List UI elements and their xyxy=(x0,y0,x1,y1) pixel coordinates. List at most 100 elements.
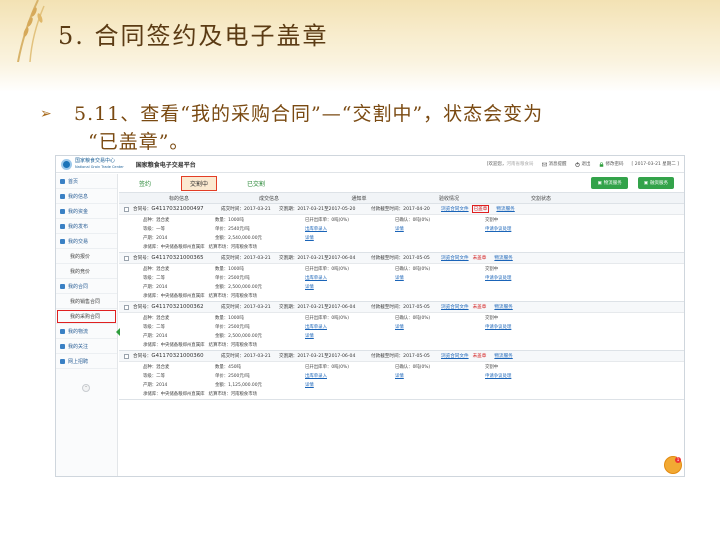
bullet-arrow-icon: ➢ xyxy=(40,106,53,122)
notice-detail-link[interactable]: 详情 xyxy=(305,381,391,390)
sidebar-item-follows[interactable]: 我的关注 xyxy=(56,339,117,354)
delivery-period: 交割期：2017-03-21至2017-06-04 xyxy=(279,256,356,261)
sidebar-item-info[interactable]: 我的信息 xyxy=(56,189,117,204)
chat-button[interactable]: 1 xyxy=(664,456,682,474)
row-checkbox[interactable] xyxy=(124,353,129,359)
quantity: 数量：1000吨 xyxy=(215,267,244,272)
sidebar-item-sales-contracts[interactable]: 我的销售合同 xyxy=(56,294,117,309)
notice-detail-link[interactable]: 详情 xyxy=(305,234,391,243)
seal-status: 未盖章 xyxy=(472,256,487,261)
view-contract-link[interactable]: 浏览合同文件 xyxy=(441,353,469,359)
chat-badge: 1 xyxy=(675,457,681,463)
unit-price: 单价：2500元/吨 xyxy=(215,374,250,379)
sidebar-item-logistics[interactable]: 我的物流 xyxy=(56,324,117,339)
row-checkbox[interactable] xyxy=(124,206,129,212)
sidebar-item-my-quotes[interactable]: 我的报价 xyxy=(56,249,117,264)
warehouse-line: 承储库：中央储备粮郑州直属库 结算市场：河南粮食市场 xyxy=(119,390,684,399)
acceptance-detail-link[interactable]: 详情 xyxy=(395,323,481,332)
sidebar-item-funds[interactable]: 我的资金 xyxy=(56,204,117,219)
welcome-label: [欢迎您， xyxy=(486,162,507,167)
tab-delivered[interactable]: 已交割 xyxy=(239,177,273,190)
deal-time: 成交时间：2017-03-21 xyxy=(221,305,271,310)
lock-icon xyxy=(599,161,603,167)
confirmed-status: 已确认：0吨(0%) xyxy=(395,365,431,370)
contract-number: 合同号：G41170321000360 xyxy=(133,353,221,359)
logo-text: 国家粮食交易中心 National Grain Trade Center xyxy=(75,158,124,170)
sidebar-item-home[interactable]: 首页 xyxy=(56,174,117,189)
outbound-entry-link[interactable]: 出库单录入 xyxy=(305,323,391,332)
tab-delivering[interactable]: 交割中 xyxy=(181,175,218,191)
sidebar-item-purchase-contracts[interactable]: 我的采购合同 xyxy=(56,309,117,324)
logistics-link[interactable]: 物流服务 xyxy=(494,353,512,359)
delivery-status: 交割中 申请争议处理 xyxy=(481,313,577,341)
acceptance-detail-link[interactable]: 详情 xyxy=(395,225,481,234)
dispute-link[interactable]: 申请争议处理 xyxy=(485,323,577,332)
warehouse-line: 承储库：中央储备粮郑州直属库 结算市场：河南粮食市场 xyxy=(119,243,684,252)
acceptance-info: 已确认：0吨(0%) 详情 xyxy=(391,215,481,243)
logo-icon xyxy=(61,158,72,170)
unit-price: 单价：2500元/吨 xyxy=(215,325,250,330)
outbound-status: 已开出库单：0吨(0%) xyxy=(305,218,349,223)
warehouse: 承储库：中央储备粮郑州直属库 xyxy=(143,392,205,397)
production-year: 产期：2014 xyxy=(143,334,168,339)
sidebar-item-recruit[interactable]: 网上招聘 xyxy=(56,354,117,369)
dispute-link[interactable]: 申请争议处理 xyxy=(485,225,577,234)
outbound-entry-link[interactable]: 出库单录入 xyxy=(305,225,391,234)
contract-number: 合同号：G41170321000497 xyxy=(133,206,221,212)
notice-info: 已开出库单：0吨(0%) 出库单录入 详情 xyxy=(301,362,391,390)
acceptance-detail-link[interactable]: 详情 xyxy=(395,274,481,283)
truck-icon: ▣ xyxy=(597,180,602,186)
sidebar-item-trade[interactable]: 我的交易 xyxy=(56,234,117,249)
notice-detail-link[interactable]: 详情 xyxy=(305,332,391,341)
messages-link[interactable]: 消息提醒 xyxy=(541,161,567,167)
grade: 等级：二等 xyxy=(143,276,165,281)
exit-link[interactable]: 退出 xyxy=(574,161,591,167)
outbound-entry-link[interactable]: 出库单录入 xyxy=(305,372,391,381)
sidebar-item-label: 我的销售合同 xyxy=(70,298,101,305)
dispute-link[interactable]: 申请争议处理 xyxy=(485,372,577,381)
logistics-link[interactable]: 物流服务 xyxy=(494,304,512,310)
sidebar-item-contracts[interactable]: 我的合同 xyxy=(56,279,117,294)
warehouse: 承储库：中央储备粮郑州直属库 xyxy=(143,245,205,250)
delivery-state: 交割中 xyxy=(485,316,499,321)
order-body: 品种：混合麦 等级：二等 产期：2014 数量：1000吨 单价：2500元/吨… xyxy=(119,313,684,341)
row-checkbox[interactable] xyxy=(124,255,129,261)
change-password-link[interactable]: 修改密码 xyxy=(599,161,624,167)
sidebar-item-label: 我的采购合同 xyxy=(70,313,101,320)
view-contract-link[interactable]: 浏览合同文件 xyxy=(441,206,469,212)
warehouse-line: 承储库：中央储备粮郑州直属库 结算市场：河南粮食市场 xyxy=(119,341,684,350)
outbound-entry-link[interactable]: 出库单录入 xyxy=(305,274,391,283)
header-notice: 通知单 xyxy=(351,195,367,202)
acceptance-info: 已确认：0吨(0%) 详情 xyxy=(391,264,481,292)
user-name: 河南省粮食局 xyxy=(506,162,534,167)
sidebar-item-label: 我的竞价 xyxy=(70,268,91,275)
view-contract-link[interactable]: 浏览合同文件 xyxy=(441,255,469,261)
finance-service-button[interactable]: ▣ 融资服务 xyxy=(637,177,674,189)
logistics-link[interactable]: 物流服务 xyxy=(494,255,512,261)
seal-status: 未盖章 xyxy=(472,354,487,359)
sidebar-collapse-button[interactable]: ⌃ xyxy=(82,384,90,392)
sidebar-item-my-bids[interactable]: 我的竞价 xyxy=(56,264,117,279)
sidebar-item-publish[interactable]: 我的发布 xyxy=(56,219,117,234)
exit-label: 退出 xyxy=(581,162,591,167)
contract-number-label: 合同号： xyxy=(133,305,152,310)
tab-sign[interactable]: 签约 xyxy=(131,177,159,190)
mail-icon xyxy=(541,162,547,166)
notice-info: 已开出库单：0吨(0%) 出库单录入 详情 xyxy=(301,313,391,341)
acceptance-detail-link[interactable]: 详情 xyxy=(395,372,481,381)
deal-info: 数量：1000吨 单价：2500元/吨 金额：2,500,000.00元 xyxy=(211,313,301,341)
dispute-link[interactable]: 申请争议处理 xyxy=(485,274,577,283)
order-body: 品种：混合麦 等级：二等 产期：2014 数量：1000吨 单价：2500元/吨… xyxy=(119,264,684,292)
recruit-icon xyxy=(60,358,65,364)
outbound-status: 已开出库单：0吨(0%) xyxy=(305,267,349,272)
delivery-state: 交割中 xyxy=(485,365,499,370)
logistics-link[interactable]: 物流服务 xyxy=(496,206,514,212)
delivery-status: 交割中 申请争议处理 xyxy=(481,215,577,243)
acceptance-info: 已确认：0吨(0%) 详情 xyxy=(391,313,481,341)
delivery-period: 交割期：2017-03-21至2017-06-04 xyxy=(279,305,356,310)
notice-detail-link[interactable]: 详情 xyxy=(305,283,391,292)
order-header: 合同号：G41170321000365 成交时间：2017-03-21 交割期：… xyxy=(119,253,684,264)
view-contract-link[interactable]: 浏览合同文件 xyxy=(441,304,469,310)
row-checkbox[interactable] xyxy=(124,304,129,310)
logistics-service-button[interactable]: ▣ 物流服务 xyxy=(591,177,628,189)
